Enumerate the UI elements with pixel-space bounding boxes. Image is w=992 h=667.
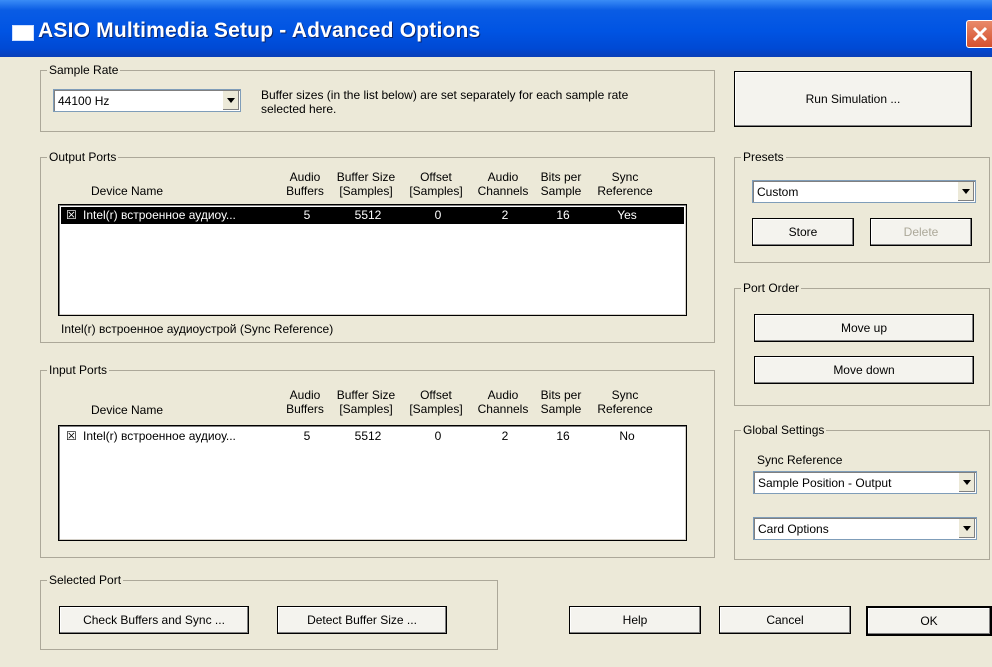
sync-reference-value: Sample Position - Output xyxy=(758,475,892,490)
col-offset: Offset [Samples] xyxy=(409,388,463,416)
bits-cell: 16 xyxy=(556,429,570,443)
input-ports-group: Input Ports Device Name Audio Buffers Buf… xyxy=(40,363,715,558)
input-ports-list[interactable]: ☒ Intel(r) встроенное аудиоу... 5 5512 0… xyxy=(58,425,687,541)
chevron-down-icon[interactable] xyxy=(222,91,239,110)
window-title: ASIO Multimedia Setup - Advanced Options xyxy=(38,19,481,42)
port-order-group: Port Order Move up Move down xyxy=(734,281,990,406)
chevron-down-icon[interactable] xyxy=(958,473,975,492)
output-ports-list[interactable]: ☒ Intel(r) встроенное аудиоу... 5 5512 0… xyxy=(58,204,687,316)
channels-cell: 2 xyxy=(501,429,509,443)
col-sync-reference: Sync Reference xyxy=(597,170,653,198)
run-simulation-button[interactable]: Run Simulation ... xyxy=(734,71,972,127)
buffer-size-cell: 5512 xyxy=(354,208,382,222)
channels-cell: 2 xyxy=(501,208,509,222)
detect-buffer-size-button[interactable]: Detect Buffer Size ... xyxy=(277,606,447,634)
help-button[interactable]: Help xyxy=(569,606,701,634)
device-name-cell: Intel(r) встроенное аудиоу... xyxy=(83,208,236,222)
col-audio-buffers: Audio Buffers xyxy=(286,388,324,416)
col-buffer-size: Buffer Size [Samples] xyxy=(336,388,396,416)
col-bits-per-sample: Bits per Sample xyxy=(540,170,582,198)
move-down-button[interactable]: Move down xyxy=(754,356,974,384)
check-buffers-button[interactable]: Check Buffers and Sync ... xyxy=(59,606,249,634)
presets-label: Presets xyxy=(741,150,786,164)
sync-cell: No xyxy=(619,429,635,443)
buffers-cell: 5 xyxy=(303,429,311,443)
store-button[interactable]: Store xyxy=(752,218,854,246)
buffers-cell: 5 xyxy=(303,208,311,222)
col-audio-buffers: Audio Buffers xyxy=(286,170,324,198)
sync-reference-select[interactable]: Sample Position - Output xyxy=(753,471,977,494)
close-icon xyxy=(972,26,988,42)
move-up-button[interactable]: Move up xyxy=(754,314,974,342)
output-ports-status: Intel(r) встроенное аудиоустрой (Sync Re… xyxy=(61,322,334,336)
selected-port-group: Selected Port Check Buffers and Sync ...… xyxy=(40,573,498,650)
col-device-name: Device Name xyxy=(91,403,164,417)
window-icon xyxy=(12,25,34,41)
col-device-name: Device Name xyxy=(91,184,164,198)
close-button[interactable] xyxy=(966,20,992,48)
presets-group: Presets Custom Store Delete xyxy=(734,150,990,263)
buffer-size-cell: 5512 xyxy=(354,429,382,443)
output-ports-group: Output Ports Device Name Audio Buffers Bu… xyxy=(40,150,715,343)
col-sync-reference: Sync Reference xyxy=(597,388,653,416)
sample-rate-note-line2: selected here. xyxy=(261,102,337,116)
sample-rate-group: Sample Rate 44100 Hz Buffer sizes (in th… xyxy=(40,63,715,132)
sample-rate-note-line1: Buffer sizes (in the list below) are set… xyxy=(261,88,629,102)
input-ports-label: Input Ports xyxy=(47,363,110,377)
title-bar[interactable]: ASIO Multimedia Setup - Advanced Options xyxy=(0,0,992,57)
presets-select[interactable]: Custom xyxy=(752,180,976,203)
checkbox-checked-icon[interactable]: ☒ xyxy=(66,429,77,443)
port-order-label: Port Order xyxy=(741,281,802,295)
sample-rate-note: Buffer sizes (in the list below) are set… xyxy=(261,88,628,116)
delete-button[interactable]: Delete xyxy=(870,218,972,246)
table-row[interactable]: ☒ Intel(r) встроенное аудиоу... 5 5512 0… xyxy=(61,207,684,224)
global-settings-label: Global Settings xyxy=(741,423,827,437)
card-options-value: Card Options xyxy=(758,521,829,536)
chevron-down-icon[interactable] xyxy=(958,519,975,538)
col-offset: Offset [Samples] xyxy=(409,170,463,198)
chevron-down-icon[interactable] xyxy=(957,182,974,201)
dialog-window: ASIO Multimedia Setup - Advanced Options… xyxy=(0,0,992,667)
cancel-button[interactable]: Cancel xyxy=(719,606,851,634)
checkbox-checked-icon[interactable]: ☒ xyxy=(66,208,77,222)
col-audio-channels: Audio Channels xyxy=(477,388,529,416)
sample-rate-value: 44100 Hz xyxy=(58,93,110,108)
presets-value: Custom xyxy=(757,184,799,199)
ok-button[interactable]: OK xyxy=(866,606,992,636)
selected-port-label: Selected Port xyxy=(47,573,124,587)
global-settings-group: Global Settings Sync Reference Sample Po… xyxy=(734,423,990,560)
bits-cell: 16 xyxy=(556,208,570,222)
sample-rate-select[interactable]: 44100 Hz xyxy=(53,89,241,112)
device-name-cell: Intel(r) встроенное аудиоу... xyxy=(83,429,236,443)
sample-rate-label: Sample Rate xyxy=(47,63,121,77)
offset-cell: 0 xyxy=(434,208,442,222)
sync-reference-label: Sync Reference xyxy=(757,453,843,467)
offset-cell: 0 xyxy=(434,429,442,443)
col-buffer-size: Buffer Size [Samples] xyxy=(336,170,396,198)
card-options-select[interactable]: Card Options xyxy=(753,517,977,540)
output-ports-label: Output Ports xyxy=(47,150,119,164)
sync-cell: Yes xyxy=(617,208,637,222)
col-bits-per-sample: Bits per Sample xyxy=(540,388,582,416)
table-row[interactable]: ☒ Intel(r) встроенное аудиоу... 5 5512 0… xyxy=(61,428,684,445)
col-audio-channels: Audio Channels xyxy=(477,170,529,198)
